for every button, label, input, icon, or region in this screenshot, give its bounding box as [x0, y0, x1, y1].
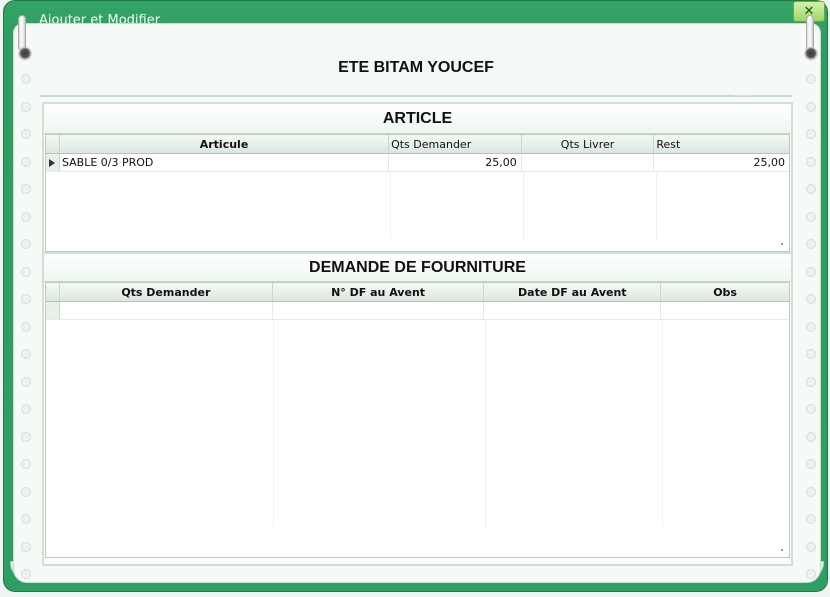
- binder-ring: [806, 184, 816, 194]
- binder-ring: [806, 431, 816, 442]
- row-selector-header: [46, 283, 60, 301]
- article-grid[interactable]: Articule Qts Demander Qts Livrer Rest SA…: [45, 134, 790, 252]
- resize-grip-icon[interactable]: [781, 549, 783, 551]
- binder-ring: [21, 431, 31, 442]
- binder-ring: [806, 541, 816, 552]
- demande-grid-header: Qts Demander N° DF au Avent Date DF au A…: [46, 283, 789, 302]
- cell-qts-livrer[interactable]: [522, 154, 655, 171]
- binder-ring: [21, 266, 31, 277]
- cell-obs[interactable]: [661, 302, 789, 319]
- binder-ring: [21, 404, 31, 414]
- binder-ring: [806, 514, 816, 524]
- row-selector[interactable]: [46, 302, 60, 319]
- ring-hook-right: [806, 15, 814, 51]
- cell-articule[interactable]: SABLE 0/3 PROD: [60, 154, 390, 171]
- row-pointer-icon: [46, 154, 60, 171]
- cell-date-df[interactable]: [484, 302, 662, 319]
- hexagon-pattern-icon: [692, 41, 766, 96]
- binder-ring: [806, 74, 816, 84]
- binder-ring: [806, 129, 816, 139]
- binder-ring: [21, 349, 31, 359]
- article-section-title: ARTICLE: [44, 104, 791, 134]
- table-row[interactable]: [46, 302, 789, 320]
- demande-section-title: DEMANDE DE FOURNITURE: [44, 252, 791, 282]
- ring-hook-left: [18, 15, 26, 51]
- binder-ring: [806, 376, 816, 387]
- column-header-qts-demander[interactable]: Qts Demander: [389, 135, 522, 153]
- rivet-right-icon: [804, 47, 818, 61]
- column-header-qts-demander[interactable]: Qts Demander: [60, 283, 273, 301]
- row-selector-header: [46, 135, 60, 153]
- binder-ring: [21, 459, 31, 469]
- binder-ring: [21, 129, 31, 139]
- binder-ring: [21, 486, 31, 497]
- binder-ring: [806, 404, 816, 414]
- column-header-qts-livrer[interactable]: Qts Livrer: [522, 135, 655, 153]
- binder-ring: [806, 266, 816, 277]
- page-title: ETE BITAM YOUCEF: [338, 59, 494, 76]
- binder-ring: [21, 156, 31, 167]
- binder-ring: [806, 569, 816, 579]
- binder-ring: [21, 211, 31, 222]
- cell-n-df[interactable]: [273, 302, 485, 319]
- binder-ring: [806, 321, 816, 332]
- binder-ring: [21, 514, 31, 524]
- article-grid-header: Articule Qts Demander Qts Livrer Rest: [46, 135, 789, 154]
- column-header-n-df[interactable]: N° DF au Avent: [273, 283, 485, 301]
- article-grid-lines: [46, 172, 789, 251]
- binder-ring: [806, 294, 816, 304]
- binder-ring: [21, 376, 31, 387]
- rivet-left-icon: [18, 47, 32, 61]
- binder-ring: [21, 321, 31, 332]
- demande-grid[interactable]: Qts Demander N° DF au Avent Date DF au A…: [45, 282, 790, 558]
- column-header-rest[interactable]: Rest: [654, 135, 789, 153]
- binder-ring: [21, 74, 31, 84]
- page-header: ETE BITAM YOUCEF: [40, 41, 792, 97]
- column-header-articule[interactable]: Articule: [60, 135, 390, 153]
- dialog-window: Ajouter et Modifier ✕ ETE BITAM YOUCEF A…: [3, 0, 828, 592]
- demande-grid-lines: [46, 320, 789, 557]
- binder-ring: [21, 101, 31, 112]
- binder-ring: [21, 184, 31, 194]
- table-row[interactable]: SABLE 0/3 PROD 25,00 25,00: [46, 154, 789, 172]
- column-header-date-df[interactable]: Date DF au Avent: [484, 283, 662, 301]
- binder-ring: [806, 349, 816, 359]
- column-header-obs[interactable]: Obs: [661, 283, 789, 301]
- cell-qts-demander[interactable]: [60, 302, 273, 319]
- binder-ring: [21, 239, 31, 249]
- cell-qts-demander[interactable]: 25,00: [389, 154, 522, 171]
- cell-rest[interactable]: 25,00: [654, 154, 789, 171]
- binder-ring: [806, 486, 816, 497]
- binder-ring: [21, 541, 31, 552]
- binder-ring: [21, 569, 31, 579]
- binder-ring: [806, 211, 816, 222]
- resize-grip-icon[interactable]: [781, 243, 783, 245]
- binder-ring: [806, 459, 816, 469]
- content-area: ARTICLE Articule Qts Demander Qts Livrer…: [42, 102, 793, 566]
- binder-ring: [806, 101, 816, 112]
- binder-ring: [21, 294, 31, 304]
- binder-ring: [806, 156, 816, 167]
- binder-ring: [806, 239, 816, 249]
